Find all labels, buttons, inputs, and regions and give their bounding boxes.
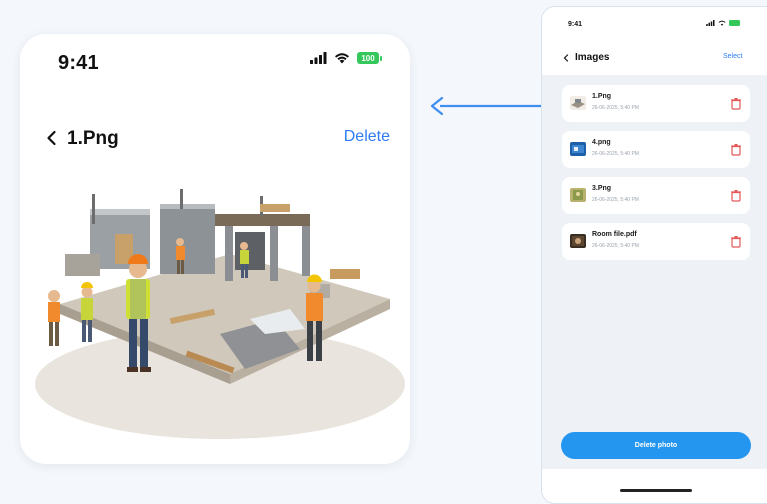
status-time: 9:41	[568, 21, 583, 28]
home-indicator	[620, 489, 692, 492]
file-name: 3.Png	[592, 185, 612, 192]
bottom-bar	[542, 469, 767, 503]
file-date: 26-06-2025, 5:40 PM	[592, 243, 639, 249]
delete-photo-button[interactable]: Delete photo	[561, 432, 751, 459]
back-chevron-icon[interactable]	[562, 54, 570, 62]
battery-level: 100	[357, 52, 379, 64]
signal-icon	[310, 52, 327, 64]
detail-header: 1.Png Delete	[20, 118, 410, 158]
list-title: Images	[575, 52, 610, 63]
list-item[interactable]: 1.Png 26-06-2025, 5:40 PM	[562, 85, 750, 122]
page-title: 1.Png	[67, 128, 119, 149]
file-thumbnail	[570, 96, 586, 110]
trash-icon[interactable]	[730, 189, 742, 202]
file-date: 26-06-2025, 5:40 PM	[592, 151, 639, 157]
list-item[interactable]: 3.Png 26-06-2025, 5:40 PM	[562, 177, 750, 214]
list-top-bar: 9:41 Images Select	[542, 7, 767, 75]
select-button[interactable]: Select	[723, 53, 742, 60]
battery-icon: 100	[357, 52, 382, 64]
file-date: 26-06-2025, 5:40 PM	[592, 105, 639, 111]
signal-icon	[706, 20, 715, 26]
trash-icon[interactable]	[730, 235, 742, 248]
trash-icon[interactable]	[730, 97, 742, 110]
file-name: 4.png	[592, 139, 611, 146]
delete-button[interactable]: Delete	[344, 128, 390, 146]
status-icons: 100	[310, 52, 382, 64]
file-thumbnail	[570, 234, 586, 248]
trash-icon[interactable]	[730, 143, 742, 156]
file-date: 26-06-2025, 5:40 PM	[592, 197, 639, 203]
back-chevron-icon[interactable]	[42, 128, 62, 148]
wifi-icon	[335, 53, 349, 64]
status-time: 9:41	[58, 52, 99, 74]
worker-figure	[48, 290, 60, 346]
file-thumbnail	[570, 188, 586, 202]
battery-icon	[729, 20, 740, 26]
status-bar: 9:41 100	[20, 34, 410, 94]
file-thumbnail	[570, 142, 586, 156]
image-detail-screen: 9:41 100 1.Png Delete	[20, 34, 410, 464]
list-item[interactable]: 4.png 26-06-2025, 5:40 PM	[562, 131, 750, 168]
images-list-screen: 9:41 Images Select 1.Png 26-06-2025, 5:4…	[541, 6, 767, 504]
file-name: 1.Png	[592, 93, 612, 100]
wifi-icon	[718, 20, 726, 26]
construction-site-image	[35, 189, 405, 439]
status-icons	[706, 20, 740, 26]
file-name: Room file.pdf	[592, 231, 637, 238]
worker-figure	[81, 282, 93, 342]
file-list: 1.Png 26-06-2025, 5:40 PM 4.png 26-06-20…	[562, 85, 750, 269]
list-item[interactable]: Room file.pdf 26-06-2025, 5:40 PM	[562, 223, 750, 260]
